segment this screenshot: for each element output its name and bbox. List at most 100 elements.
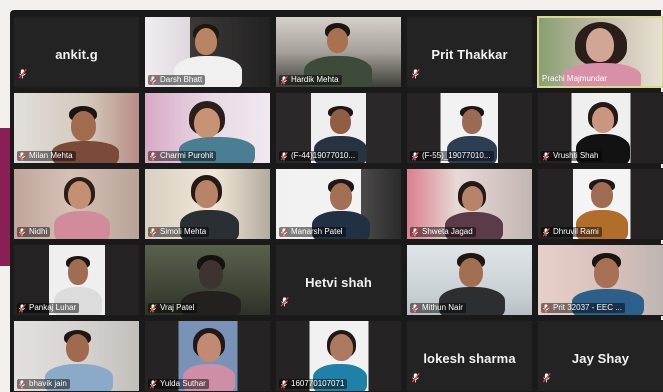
participant-tile-milan-mehta[interactable]: Milan Mehta — [13, 92, 140, 164]
mic-status — [280, 294, 289, 312]
participant-name: (F-44)19077010... — [291, 151, 356, 160]
participant-name: Manarsh Patel — [291, 227, 343, 236]
participant-tile-manarsh-patel[interactable]: Manarsh Patel — [275, 168, 402, 240]
participant-name: Vrushti Shah — [553, 151, 599, 160]
participant-name: Nidhi — [29, 227, 48, 236]
participant-label: Prit 32037 - EEC ... — [541, 303, 625, 313]
participant-label: Hardik Mehta — [279, 75, 342, 85]
participant-tile-ankit-g[interactable]: ankit.g — [13, 16, 140, 88]
participant-tile-160770107071[interactable]: 160770107071 — [275, 320, 402, 392]
mic-status — [542, 370, 551, 388]
video-conference-window: ankit.g Darsh Bhatt Hardik Mehta Prit Th… — [10, 10, 663, 392]
mic-status — [411, 370, 420, 388]
muted-mic-icon — [280, 297, 289, 307]
participant-tile-lokesh-sharma[interactable]: lokesh sharma — [406, 320, 533, 392]
participant-name: Vraj Patel — [160, 303, 195, 312]
participant-tile-yulda-suthar[interactable]: Yulda Suthar — [144, 320, 271, 392]
participant-tile-f44[interactable]: (F-44)19077010... — [275, 92, 402, 164]
participant-label: Shweta Jagad — [410, 227, 476, 237]
participant-name: Mithun Nair — [422, 303, 463, 312]
participant-name: (F-55)_19077010... — [422, 151, 491, 160]
participant-name-display: Jay Shay — [571, 351, 630, 366]
participant-name: Dhruvil Rami — [553, 227, 599, 236]
muted-mic-icon — [149, 379, 157, 389]
participant-label: Charmi Purohit — [148, 151, 217, 161]
participant-label: (F-55)_19077010... — [410, 151, 494, 161]
participant-label: (F-44)19077010... — [279, 151, 359, 161]
participant-label: Milan Mehta — [17, 151, 76, 161]
participant-tile-simoli-mehta[interactable]: Simoli Mehta — [144, 168, 271, 240]
participant-label: bhavik jain — [17, 379, 70, 389]
participant-label: Vrushti Shah — [541, 151, 602, 161]
muted-mic-icon — [149, 151, 157, 161]
mic-status — [18, 66, 27, 84]
participant-label: Prachi Majmundar — [542, 74, 610, 84]
participant-label: 160770107071 — [279, 379, 348, 389]
participant-label: Mithun Nair — [410, 303, 466, 313]
muted-mic-icon — [411, 227, 419, 237]
participant-tile-darsh-bhatt[interactable]: Darsh Bhatt — [144, 16, 271, 88]
participant-tile-dhruvil-rami[interactable]: Dhruvil Rami — [537, 168, 663, 240]
muted-mic-icon — [18, 303, 26, 313]
muted-mic-icon — [280, 151, 288, 161]
participant-label: Darsh Bhatt — [148, 75, 206, 85]
participant-label: Pankaj Luhar — [17, 303, 80, 313]
participant-tile-charmi-purohit[interactable]: Charmi Purohit — [144, 92, 271, 164]
participant-grid: ankit.g Darsh Bhatt Hardik Mehta Prit Th… — [13, 16, 663, 392]
muted-mic-icon — [411, 151, 419, 161]
muted-mic-icon — [149, 227, 157, 237]
participant-label: Dhruvil Rami — [541, 227, 602, 237]
muted-mic-icon — [411, 373, 420, 383]
participant-tile-mithun-nair[interactable]: Mithun Nair — [406, 244, 533, 316]
muted-mic-icon — [542, 151, 550, 161]
muted-mic-icon — [18, 151, 26, 161]
participant-tile-f55[interactable]: (F-55)_19077010... — [406, 92, 533, 164]
muted-mic-icon — [280, 227, 288, 237]
muted-mic-icon — [411, 303, 419, 313]
participant-name: Shweta Jagad — [422, 227, 473, 236]
participant-name: Pankaj Luhar — [29, 303, 77, 312]
participant-label: Manarsh Patel — [279, 227, 346, 237]
participant-tile-prachi-majmundar[interactable]: Prachi Majmundar — [537, 16, 663, 88]
muted-mic-icon — [542, 373, 551, 383]
participant-name: bhavik jain — [29, 379, 67, 388]
participant-tile-prit-thakkar[interactable]: Prit Thakkar — [406, 16, 533, 88]
muted-mic-icon — [18, 227, 26, 237]
muted-mic-icon — [280, 379, 288, 389]
participant-tile-jay-shay[interactable]: Jay Shay — [537, 320, 663, 392]
participant-name: Simoli Mehta — [160, 227, 207, 236]
participant-name: Hardik Mehta — [291, 75, 339, 84]
mic-status — [411, 66, 420, 84]
participant-tile-hardik-mehta[interactable]: Hardik Mehta — [275, 16, 402, 88]
participant-name: Darsh Bhatt — [160, 75, 203, 84]
muted-mic-icon — [280, 75, 288, 85]
participant-name: Prit 32037 - EEC ... — [553, 303, 622, 312]
participant-tile-bhavik-jain[interactable]: bhavik jain — [13, 320, 140, 392]
participant-label: Simoli Mehta — [148, 227, 210, 237]
participant-name: Prachi Majmundar — [542, 74, 607, 83]
participant-tile-shweta-jagad[interactable]: Shweta Jagad — [406, 168, 533, 240]
participant-name: Yulda Suthar — [160, 379, 206, 388]
muted-mic-icon — [411, 69, 420, 79]
participant-tile-prit-32037[interactable]: Prit 32037 - EEC ... — [537, 244, 663, 316]
muted-mic-icon — [149, 75, 157, 85]
muted-mic-icon — [542, 227, 550, 237]
muted-mic-icon — [542, 303, 550, 313]
participant-label: Nidhi — [17, 227, 51, 237]
participant-name-display: lokesh sharma — [423, 351, 516, 366]
participant-name-display: Prit Thakkar — [431, 47, 508, 62]
participant-name-display: Hetvi shah — [305, 275, 372, 290]
participant-label: Yulda Suthar — [148, 379, 209, 389]
participant-name: Charmi Purohit — [160, 151, 214, 160]
participant-tile-pankaj-luhar[interactable]: Pankaj Luhar — [13, 244, 140, 316]
participant-name: Milan Mehta — [29, 151, 73, 160]
muted-mic-icon — [149, 303, 157, 313]
muted-mic-icon — [18, 69, 27, 79]
participant-tile-nidhi[interactable]: Nidhi — [13, 168, 140, 240]
participant-tile-hetvi-shah[interactable]: Hetvi shah — [275, 244, 402, 316]
participant-label: Vraj Patel — [148, 303, 198, 313]
participant-tile-vrushti-shah[interactable]: Vrushti Shah — [537, 92, 663, 164]
participant-name-display: ankit.g — [55, 47, 98, 62]
participant-tile-vraj-patel[interactable]: Vraj Patel — [144, 244, 271, 316]
participant-name: 160770107071 — [291, 379, 345, 388]
